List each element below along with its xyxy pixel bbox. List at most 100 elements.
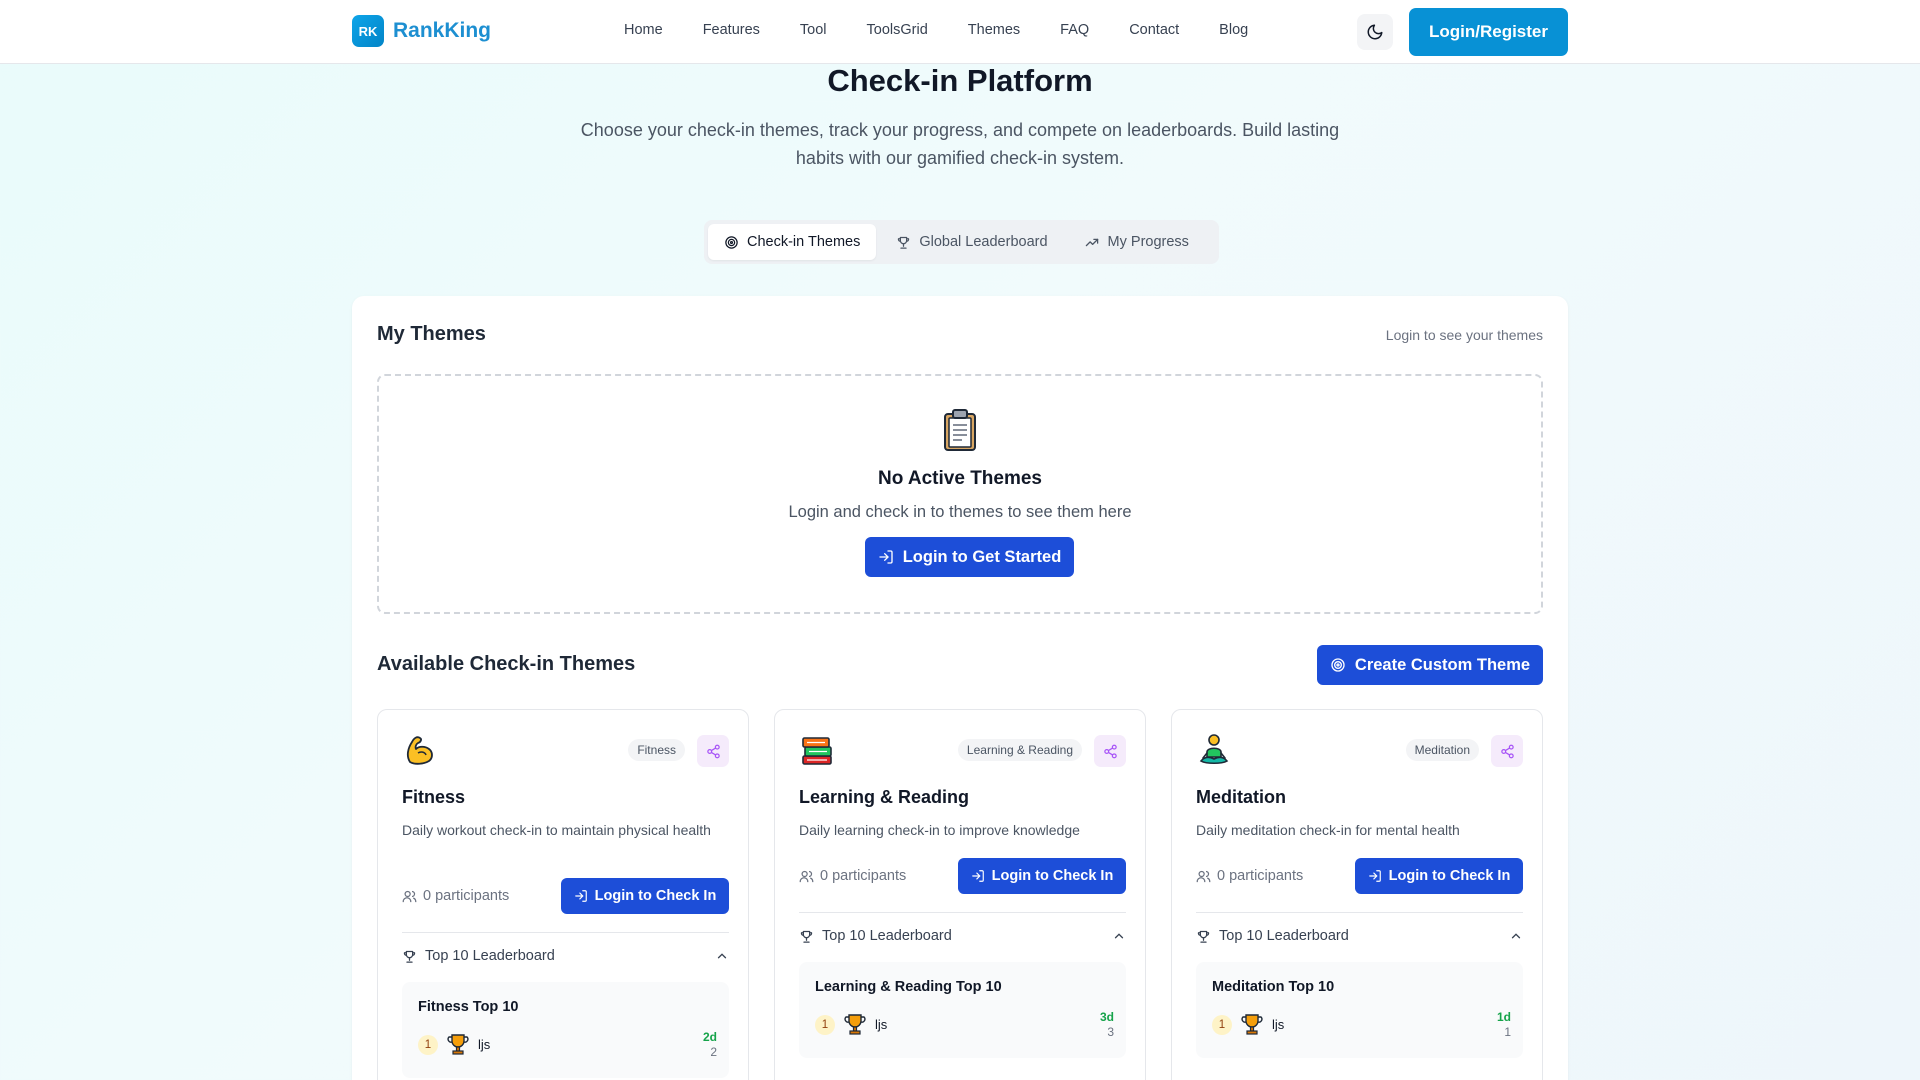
participants-count: 0 participants bbox=[1196, 868, 1303, 884]
leaderboard-row: 1 ljs 3d 3 bbox=[815, 1010, 1114, 1040]
theme-card-fitness: Fitness Fitness Daily workout check-in t… bbox=[377, 709, 749, 1080]
button-label: Login to Get Started bbox=[902, 547, 1062, 566]
share-icon bbox=[1500, 744, 1514, 758]
leaderboard-toggle[interactable]: Top 10 Leaderboard bbox=[1196, 928, 1523, 944]
checkin-count: 1 bbox=[1504, 1025, 1511, 1039]
share-button[interactable] bbox=[1094, 735, 1126, 767]
users-icon bbox=[799, 870, 814, 882]
leaderboard-panel: Fitness Top 10 1 ljs 2d 2 bbox=[402, 982, 729, 1078]
participants-text: 0 participants bbox=[423, 888, 510, 904]
leaderboard-row: 1 ljs 2d 2 bbox=[418, 1030, 717, 1060]
nav-features[interactable]: Features bbox=[703, 22, 760, 38]
trophy-icon bbox=[403, 950, 416, 963]
chevron-up-icon bbox=[1511, 933, 1521, 939]
streak-days: 1d bbox=[1496, 1010, 1511, 1024]
empty-themes-box: No Active Themes Login and check in to t… bbox=[377, 374, 1543, 614]
leaderboard-title: Learning & Reading Top 10 bbox=[815, 979, 1002, 995]
tab-my-progress[interactable]: My Progress bbox=[1068, 224, 1205, 260]
page-subtitle: Choose your check-in themes, track your … bbox=[580, 120, 1340, 168]
chevron-up-icon bbox=[717, 953, 727, 959]
page-title: Check-in Platform bbox=[827, 63, 1093, 98]
rank-badge: 1 bbox=[1212, 1015, 1232, 1035]
checkin-count: 3 bbox=[1107, 1025, 1114, 1039]
my-themes-title: My Themes bbox=[377, 323, 486, 345]
login-to-check-in-button[interactable]: Login to Check In bbox=[1355, 858, 1523, 894]
login-to-check-in-button[interactable]: Login to Check In bbox=[958, 858, 1126, 894]
logo[interactable]: RK RankKing bbox=[352, 15, 491, 47]
leaderboard-row: 1 ljs 1d 1 bbox=[1212, 1010, 1511, 1040]
trending-up-icon bbox=[1085, 238, 1098, 246]
meditation-icon bbox=[1199, 734, 1229, 765]
empty-title: No Active Themes bbox=[877, 468, 1042, 489]
button-label: Login to Check In bbox=[1388, 868, 1511, 884]
gold-trophy-icon bbox=[844, 1014, 866, 1035]
leaderboard-toggle[interactable]: Top 10 Leaderboard bbox=[799, 928, 1126, 944]
leaderboard-user: ljs bbox=[478, 1037, 491, 1052]
card-description: Daily workout check-in to maintain physi… bbox=[402, 822, 711, 838]
trophy-icon bbox=[1197, 930, 1210, 943]
theme-card-learning-reading: Learning & Reading Learning & Reading Da… bbox=[774, 709, 1146, 1080]
leaderboard-label: Top 10 Leaderboard bbox=[1219, 928, 1349, 944]
tab-label: My Progress bbox=[1107, 234, 1189, 250]
target-icon bbox=[1331, 658, 1345, 672]
rank-badge: 1 bbox=[815, 1015, 835, 1035]
participants-count: 0 participants bbox=[799, 868, 906, 884]
theme-toggle-button[interactable] bbox=[1357, 14, 1393, 50]
login-to-check-in-button[interactable]: Login to Check In bbox=[561, 878, 729, 914]
nav-tool[interactable]: Tool bbox=[800, 22, 827, 38]
users-icon bbox=[402, 890, 417, 902]
flexed-biceps-icon bbox=[406, 736, 433, 765]
leaderboard-label: Top 10 Leaderboard bbox=[425, 948, 555, 964]
button-label: Create Custom Theme bbox=[1354, 655, 1531, 674]
leaderboard-user: ljs bbox=[875, 1017, 888, 1032]
leaderboard-panel: Meditation Top 10 1 ljs 1d 1 bbox=[1196, 962, 1523, 1058]
category-badge: Meditation bbox=[1405, 739, 1479, 761]
empty-text: Login and check in to themes to see them… bbox=[788, 503, 1132, 521]
available-themes-title: Available Check-in Themes bbox=[377, 653, 636, 675]
nav-home[interactable]: Home bbox=[624, 22, 663, 38]
tab-label: Global Leaderboard bbox=[919, 234, 1048, 250]
view-tabs: Check-in Themes Global Leaderboard My Pr… bbox=[704, 220, 1219, 264]
tab-check-in-themes[interactable]: Check-in Themes bbox=[708, 224, 877, 260]
category-badge: Learning & Reading bbox=[957, 739, 1082, 761]
log-in-icon bbox=[574, 890, 587, 902]
create-custom-theme-button[interactable]: Create Custom Theme bbox=[1317, 645, 1543, 685]
participants-count: 0 participants bbox=[402, 888, 509, 904]
participants-text: 0 participants bbox=[820, 868, 907, 884]
logo-badge: RK bbox=[352, 15, 384, 47]
category-badge: Fitness bbox=[628, 739, 685, 761]
gold-trophy-icon bbox=[447, 1034, 469, 1055]
leaderboard-toggle[interactable]: Top 10 Leaderboard bbox=[402, 948, 729, 964]
nav-themes[interactable]: Themes bbox=[968, 22, 1020, 38]
chevron-up-icon bbox=[1114, 933, 1124, 939]
moon-icon bbox=[1367, 24, 1383, 40]
main-nav: Home Features Tool ToolsGrid Themes FAQ … bbox=[624, 22, 1288, 38]
logo-text: RankKing bbox=[393, 19, 492, 42]
checkin-count: 2 bbox=[710, 1045, 717, 1059]
tab-global-leaderboard[interactable]: Global Leaderboard bbox=[880, 224, 1063, 260]
divider bbox=[402, 932, 729, 933]
trophy-icon bbox=[898, 236, 910, 249]
leaderboard-title: Meditation Top 10 bbox=[1212, 979, 1335, 995]
login-register-button[interactable]: Login/Register bbox=[1409, 8, 1568, 56]
participants-text: 0 participants bbox=[1217, 868, 1304, 884]
themes-panel: My Themes Login to see your themes No Ac… bbox=[352, 296, 1568, 1080]
share-icon bbox=[706, 744, 720, 758]
nav-faq[interactable]: FAQ bbox=[1060, 22, 1089, 38]
leaderboard-label: Top 10 Leaderboard bbox=[822, 928, 952, 944]
share-icon bbox=[1103, 744, 1117, 758]
nav-blog[interactable]: Blog bbox=[1219, 22, 1248, 38]
login-to-get-started-button[interactable]: Login to Get Started bbox=[865, 537, 1074, 577]
share-button[interactable] bbox=[1491, 735, 1523, 767]
leaderboard-title: Fitness Top 10 bbox=[418, 999, 519, 1015]
theme-card-meditation: Meditation Meditation Daily meditation c… bbox=[1171, 709, 1543, 1080]
nav-toolsgrid[interactable]: ToolsGrid bbox=[867, 22, 928, 38]
share-button[interactable] bbox=[697, 735, 729, 767]
log-in-icon bbox=[1368, 870, 1381, 882]
log-in-icon bbox=[879, 550, 893, 564]
tab-label: Check-in Themes bbox=[747, 234, 861, 250]
nav-contact[interactable]: Contact bbox=[1129, 22, 1179, 38]
streak-days: 3d bbox=[1099, 1010, 1114, 1024]
streak-days: 2d bbox=[702, 1030, 717, 1044]
gold-trophy-icon bbox=[1241, 1014, 1263, 1035]
